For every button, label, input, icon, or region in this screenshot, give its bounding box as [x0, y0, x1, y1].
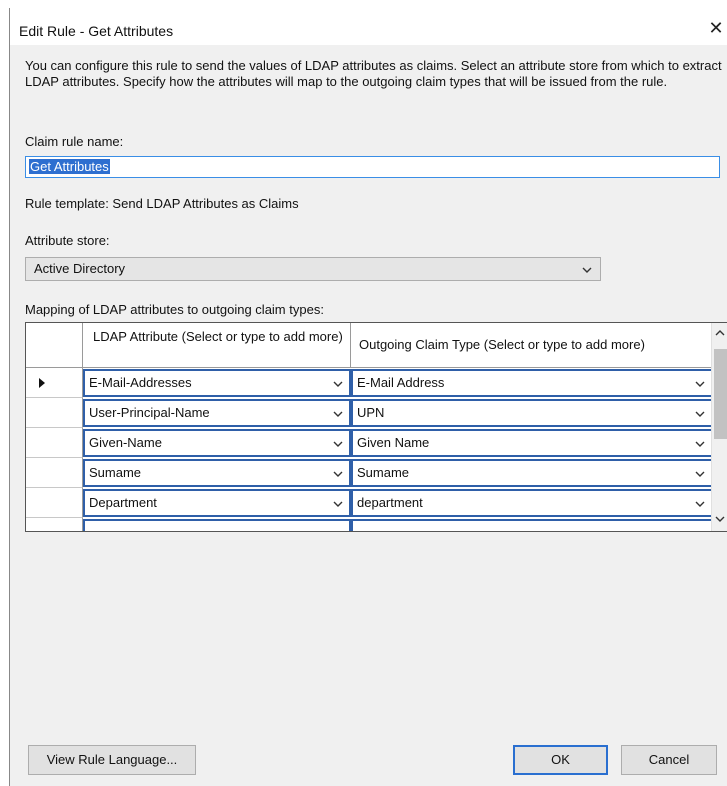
- ldap-attribute-value: Given-Name: [89, 435, 162, 450]
- chevron-down-icon: [333, 411, 343, 417]
- outgoing-claim-value: Sumame: [357, 465, 410, 480]
- chevron-down-icon: [582, 267, 592, 273]
- close-icon[interactable]: ✕: [705, 18, 727, 42]
- outgoing-claim-value: department: [357, 495, 423, 510]
- cancel-button[interactable]: Cancel: [621, 745, 717, 775]
- row-header-current[interactable]: [26, 368, 83, 398]
- row-header[interactable]: [26, 398, 83, 428]
- ldap-attribute-cell[interactable]: Sumame: [83, 459, 351, 487]
- chevron-down-icon: [333, 501, 343, 507]
- chevron-down-icon: [333, 441, 343, 447]
- chevron-down-icon: [695, 501, 705, 507]
- row-header[interactable]: [26, 458, 83, 488]
- ldap-attribute-value: User-Principal-Name: [89, 405, 210, 420]
- ok-button[interactable]: OK: [513, 745, 608, 775]
- grid-vertical-scrollbar[interactable]: [711, 323, 727, 531]
- row-header[interactable]: [26, 518, 83, 531]
- view-rule-language-button[interactable]: View Rule Language...: [28, 745, 196, 775]
- outgoing-claim-cell[interactable]: department: [351, 489, 713, 517]
- ldap-attribute-cell-partial[interactable]: [83, 519, 351, 531]
- attribute-store-select[interactable]: Active Directory: [25, 257, 601, 281]
- edit-rule-dialog: Edit Rule - Get Attributes ✕ You can con…: [9, 8, 727, 786]
- ldap-attribute-cell[interactable]: Given-Name: [83, 429, 351, 457]
- ldap-attribute-cell[interactable]: Department: [83, 489, 351, 517]
- ldap-attribute-value: Sumame: [89, 465, 142, 480]
- ldap-attribute-cell[interactable]: E-Mail-Addresses: [83, 369, 351, 397]
- outgoing-claim-value: Given Name: [357, 435, 430, 450]
- ldap-attribute-cell[interactable]: User-Principal-Name: [83, 399, 351, 427]
- chevron-down-icon: [333, 381, 343, 387]
- outgoing-claim-cell[interactable]: UPN: [351, 399, 713, 427]
- claim-rule-name-value: Get Attributes: [29, 159, 110, 174]
- ldap-attribute-value: E-Mail-Addresses: [89, 375, 192, 390]
- claim-rule-name-label: Claim rule name:: [25, 134, 124, 149]
- row-header[interactable]: [26, 428, 83, 458]
- chevron-down-icon: [695, 411, 705, 417]
- grid-corner-header: [26, 323, 83, 368]
- attribute-store-value: Active Directory: [34, 261, 126, 276]
- ldap-attribute-column-header[interactable]: LDAP Attribute (Select or type to add mo…: [83, 323, 351, 368]
- chevron-down-icon: [695, 381, 705, 387]
- scroll-down-arrow-icon[interactable]: [715, 515, 725, 523]
- rule-template-label: Rule template: Send LDAP Attributes as C…: [25, 196, 299, 211]
- chevron-down-icon: [695, 471, 705, 477]
- scrollbar-thumb[interactable]: [714, 349, 727, 439]
- mapping-grid[interactable]: LDAP Attribute (Select or type to add mo…: [25, 322, 727, 532]
- outgoing-claim-cell[interactable]: Given Name: [351, 429, 713, 457]
- claim-rule-name-input[interactable]: Get Attributes: [25, 156, 720, 178]
- scroll-up-arrow-icon[interactable]: [715, 329, 725, 337]
- outgoing-claim-value: E-Mail Address: [357, 375, 445, 390]
- outgoing-claim-cell[interactable]: Sumame: [351, 459, 713, 487]
- outgoing-claim-column-header[interactable]: Outgoing Claim Type (Select or type to a…: [351, 323, 713, 368]
- chevron-down-icon: [333, 471, 343, 477]
- rule-description: You can configure this rule to send the …: [25, 58, 722, 89]
- title-bar: Edit Rule - Get Attributes ✕: [10, 8, 727, 45]
- dialog-title: Edit Rule - Get Attributes: [19, 23, 174, 39]
- attribute-store-label: Attribute store:: [25, 233, 110, 248]
- ldap-attribute-value: Department: [89, 495, 157, 510]
- current-row-arrow-icon: [39, 378, 45, 388]
- outgoing-claim-cell[interactable]: E-Mail Address: [351, 369, 713, 397]
- chevron-down-icon: [695, 441, 705, 447]
- outgoing-claim-cell-partial[interactable]: [351, 519, 713, 531]
- outgoing-claim-value: UPN: [357, 405, 385, 420]
- mapping-label: Mapping of LDAP attributes to outgoing c…: [25, 302, 324, 317]
- row-header[interactable]: [26, 488, 83, 518]
